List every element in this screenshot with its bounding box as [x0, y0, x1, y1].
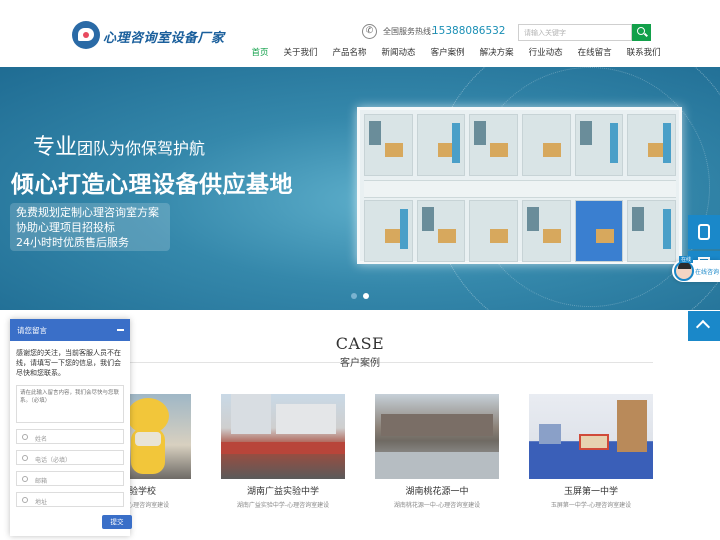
banner-service-item: 24小时时优质售后服务: [16, 236, 129, 249]
floorplan-image: [357, 107, 682, 264]
banner-service-item: 免费规划定制心理咨询室方案: [16, 206, 159, 219]
case-image[interactable]: [375, 394, 499, 479]
slider-dots: [351, 293, 369, 299]
search-button[interactable]: [632, 24, 651, 41]
email-field[interactable]: 邮箱: [16, 471, 124, 486]
nav-item-cases[interactable]: 客户案例: [423, 46, 472, 62]
main-nav: 首页 关于我们 产品名称 新闻动态 客户案例 解决方案 行业动态 在线留言 联系…: [244, 46, 668, 62]
page: 心理咨询室设备厂家 ✆ 全国服务热线： 15388086532 首页 关于我们 …: [0, 0, 720, 540]
online-badge: 在线: [679, 256, 694, 263]
case-desc: 湖南桃花源一中-心理咨询室建设: [393, 502, 481, 509]
online-consult-button[interactable]: 在线咨询: [672, 260, 720, 282]
banner-tagline: 专业团队为你保驾护航: [33, 135, 206, 160]
submit-button[interactable]: 提交: [102, 515, 132, 529]
hotline-label: 全国服务热线：: [383, 27, 439, 36]
case-title[interactable]: 湖南广益实验中学: [221, 484, 345, 497]
case-desc: 湖南广益实验中学-心理咨询室建设: [236, 502, 330, 509]
message-widget-header[interactable]: 请您留言: [10, 319, 130, 341]
banner-service-item: 协助心理项目招投标: [16, 221, 115, 234]
case-card[interactable]: 湖南桃花源一中 湖南桃花源一中-心理咨询室建设: [375, 394, 499, 509]
avatar: [674, 261, 694, 281]
user-icon: [22, 434, 28, 440]
phone-icon: ✆: [362, 24, 377, 39]
nav-item-about[interactable]: 关于我们: [276, 46, 325, 62]
logo-text[interactable]: 心理咨询室设备厂家: [103, 27, 225, 46]
address-field[interactable]: 地址: [16, 492, 124, 507]
case-card[interactable]: 玉屏第一中学 玉屏第一中学-心理咨询室建设: [529, 394, 653, 509]
mail-icon: [22, 476, 28, 482]
case-image[interactable]: [221, 394, 345, 479]
case-image[interactable]: [529, 394, 653, 479]
phone-icon: [698, 224, 710, 240]
site-header: 心理咨询室设备厂家 ✆ 全国服务热线： 15388086532 首页 关于我们 …: [0, 0, 720, 67]
online-consult-label: 在线咨询: [695, 269, 720, 276]
hotline-number: 15388086532: [432, 25, 506, 37]
float-phone-button[interactable]: [688, 215, 720, 249]
name-field[interactable]: 姓名: [16, 429, 124, 444]
chevron-up-icon: [695, 319, 711, 335]
back-to-top-button[interactable]: [688, 311, 720, 341]
hero-banner[interactable]: 专业团队为你保驾护航 倾心打造心理设备供应基地 免费规划定制心理咨询室方案 协助…: [0, 67, 720, 310]
slider-dot[interactable]: [351, 293, 357, 299]
logo-icon[interactable]: [72, 21, 100, 49]
nav-item-solutions[interactable]: 解决方案: [472, 46, 521, 62]
message-widget-intro: 感谢您的关注，当前客服人员不在线，请填写一下您的信息，我们会尽快和您联系。: [16, 349, 121, 377]
phone-field[interactable]: 电话（必填）: [16, 450, 124, 465]
banner-headline: 倾心打造心理设备供应基地: [11, 172, 293, 198]
nav-item-products[interactable]: 产品名称: [325, 46, 374, 62]
nav-item-industry[interactable]: 行业动态: [521, 46, 570, 62]
message-widget-title: 请您留言: [17, 326, 47, 335]
case-desc: 玉屏第一中学-心理咨询室建设: [550, 502, 632, 509]
slider-dot-active[interactable]: [363, 293, 369, 299]
case-card[interactable]: 湖南广益实验中学 湖南广益实验中学-心理咨询室建设: [221, 394, 345, 509]
case-title[interactable]: 湖南桃花源一中: [375, 484, 499, 497]
message-widget: 请您留言 感谢您的关注，当前客服人员不在线，请填写一下您的信息，我们会尽快和您联…: [10, 319, 132, 536]
nav-item-message[interactable]: 在线留言: [570, 46, 619, 62]
minimize-icon[interactable]: [117, 329, 124, 331]
nav-item-home[interactable]: 首页: [244, 46, 276, 62]
location-icon: [22, 497, 28, 503]
nav-item-contact[interactable]: 联系我们: [619, 46, 668, 62]
case-title[interactable]: 玉屏第一中学: [529, 484, 653, 497]
phone-icon: [22, 455, 28, 461]
nav-item-news[interactable]: 新闻动态: [374, 46, 423, 62]
message-textarea[interactable]: [16, 385, 124, 423]
search-input[interactable]: [518, 24, 632, 41]
